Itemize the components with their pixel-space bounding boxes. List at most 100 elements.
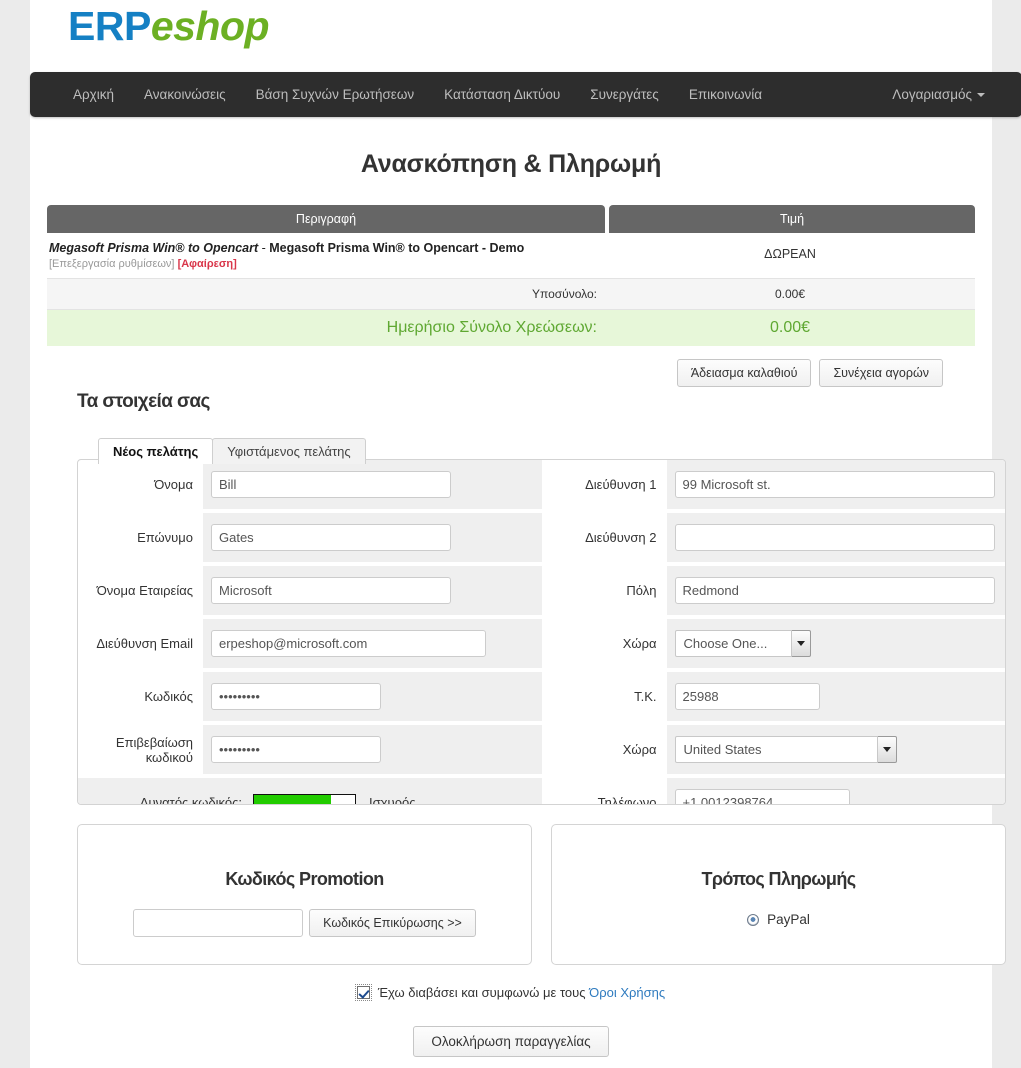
address1-input[interactable] [674, 471, 995, 498]
password-strength-meter [253, 793, 356, 804]
paypal-label: PayPal [767, 912, 810, 927]
nav-item-announcements[interactable]: Ανακοινώσεις [129, 72, 241, 117]
navbar-right-group: Λογαριασμός [877, 72, 1000, 117]
remove-item-link[interactable]: [Αφαίρεση] [178, 258, 237, 270]
city-input[interactable] [674, 577, 995, 604]
field-cell-address2 [666, 513, 1005, 562]
field-row-address1: Διεύθυνση 1 [542, 460, 1005, 509]
field-row-city: Πόλη [542, 566, 1005, 615]
cart-item-name-plain: Megasoft Prisma Win® to Opencart - Demo [269, 241, 525, 255]
region-select-chevron-down-icon[interactable] [791, 630, 811, 657]
payment-method-title: Τρόπος Πληρωμής [701, 869, 857, 889]
promo-code-input[interactable] [133, 909, 304, 937]
validate-promo-button[interactable]: Κωδικός Επικύρωσης >> [309, 909, 476, 937]
page: ERPeshop Αρχική Ανακοινώσεις Βάση Συχνών… [0, 0, 1021, 1068]
label-email: Διεύθυνση Email [96, 636, 193, 651]
edit-settings-link[interactable]: [Επεξεργασία ρυθμίσεων] [49, 258, 175, 270]
email-input[interactable] [211, 630, 486, 657]
region-select[interactable]: Choose One... [674, 630, 811, 657]
navbar-left-group: Αρχική Ανακοινώσεις Βάση Συχνών Ερωτήσεω… [58, 72, 777, 117]
complete-order-button[interactable]: Ολοκλήρωση παραγγελίας [413, 1026, 609, 1057]
phone-input[interactable] [674, 789, 850, 804]
password-strength-row: Δυνατός κωδικός: Ισχυρός [78, 778, 542, 805]
region-select-value: Choose One... [674, 630, 792, 657]
password-strength-fill [254, 794, 331, 804]
label-first-name: Όνομα [154, 477, 193, 492]
main-navbar: Αρχική Ανακοινώσεις Βάση Συχνών Ερωτήσεω… [30, 72, 1021, 117]
cart-item-separator: - [258, 241, 270, 255]
field-row-company: Όνομα Εταιρείας [78, 566, 542, 615]
first-name-input[interactable] [211, 471, 451, 498]
cart-subtotal-row: Υποσύνολο: 0.00€ [47, 278, 975, 310]
field-row-password: Κωδικός [78, 672, 542, 721]
site-logo[interactable]: ERPeshop [68, 2, 270, 50]
paypal-radio[interactable] [747, 913, 760, 926]
label-postcode: Τ.Κ. [634, 689, 657, 704]
terms-of-use-link[interactable]: Όροι Χρήσης [589, 985, 665, 1000]
field-cell-address1 [666, 460, 1005, 509]
field-cell-first-name [203, 460, 542, 509]
form-columns: Όνομα Επώνυμο Όνομα Εταιρεία [78, 460, 1005, 804]
page-title: Ανασκόπηση & Πληρωμή [360, 150, 662, 178]
form-column-right: Διεύθυνση 1 Διεύθυνση 2 Πόλη [541, 460, 1005, 804]
total-value: 0.00€ [769, 319, 811, 336]
cart-table-header: Περιγραφή Τιμή [47, 205, 975, 233]
continue-shopping-button[interactable]: Συνέχεια αγορών [819, 359, 943, 387]
nav-item-account[interactable]: Λογαριασμός [877, 72, 1000, 117]
label-last-name: Επώνυμο [137, 530, 193, 545]
cart-item-row: Megasoft Prisma Win® to Opencart - Megas… [47, 233, 975, 278]
country-select-chevron-down-icon[interactable] [877, 736, 897, 763]
postcode-input[interactable] [674, 683, 820, 710]
field-cell-last-name [203, 513, 542, 562]
nav-account-label: Λογαριασμός [892, 87, 972, 102]
company-name-input[interactable] [211, 577, 451, 604]
field-cell-region: Choose One... [666, 619, 1005, 668]
nav-item-faq[interactable]: Βάση Συχνών Ερωτήσεων [241, 72, 430, 117]
password-input[interactable] [211, 683, 381, 710]
total-label: Ημερήσιο Σύνολο Χρεώσεων: [386, 319, 597, 336]
field-cell-company [203, 566, 542, 615]
address2-input[interactable] [674, 524, 995, 551]
country-select-value: United States [674, 736, 878, 763]
subtotal-value: 0.00€ [774, 287, 806, 301]
form-column-left: Όνομα Επώνυμο Όνομα Εταιρεία [78, 460, 542, 804]
column-header-description: Περιγραφή [47, 205, 605, 233]
field-cell-password [203, 672, 542, 721]
password-confirm-input[interactable] [211, 736, 381, 763]
tab-new-customer[interactable]: Νέος πελάτης [98, 438, 214, 464]
logo-text-erp: ERP [68, 3, 151, 49]
cart-item-price: ΔΩΡΕΑΝ [764, 247, 816, 261]
field-row-postcode: Τ.Κ. [542, 672, 1005, 721]
nav-item-network-status[interactable]: Κατάσταση Δικτύου [429, 72, 575, 117]
empty-cart-button[interactable]: Άδειασμα καλαθιού [676, 359, 812, 387]
terms-text: Έχω διαβάσει και συμφωνώ με τους Όροι Χρ… [378, 985, 665, 1000]
label-country: Χώρα [622, 742, 657, 757]
field-row-address2: Διεύθυνση 2 [542, 513, 1005, 562]
logo-text-eshop: eshop [150, 3, 270, 49]
tab-existing-customer[interactable]: Υφιστάμενος πελάτης [212, 438, 366, 464]
label-region: Χώρα [622, 636, 657, 651]
cart-item-description: Megasoft Prisma Win® to Opencart - Megas… [47, 233, 605, 278]
country-select[interactable]: United States [674, 736, 897, 763]
terms-checkbox[interactable] [354, 984, 372, 1001]
payment-method-panel: Τρόπος Πληρωμής PayPal [551, 824, 1006, 965]
cart-actions: Άδειασμα καλαθιού Συνέχεια αγορών [47, 359, 975, 387]
password-strength-label: Δυνατός κωδικός: [139, 795, 242, 805]
field-row-last-name: Επώνυμο [78, 513, 542, 562]
last-name-input[interactable] [211, 524, 451, 551]
field-row-country: Χώρα United States [542, 725, 1005, 774]
nav-item-contact[interactable]: Επικοινωνία [674, 72, 777, 117]
customer-details-form: Όνομα Επώνυμο Όνομα Εταιρεία [77, 459, 1006, 805]
nav-item-partners[interactable]: Συνεργάτες [575, 72, 674, 117]
chevron-down-icon [977, 93, 985, 97]
terms-agreement-row: Έχω διαβάσει και συμφωνώ με τους Όροι Χρ… [30, 984, 992, 1001]
customer-type-tabs: Νέος πελάτης Υφιστάμενος πελάτης [98, 438, 366, 464]
label-city: Πόλη [626, 583, 657, 598]
nav-item-home[interactable]: Αρχική [58, 72, 129, 117]
field-cell-email [203, 619, 542, 668]
field-row-password-confirm: Επιβεβαίωση κωδικού [78, 725, 542, 774]
your-details-title: Τα στοιχεία σας [77, 391, 210, 412]
field-row-email: Διεύθυνση Email [78, 619, 542, 668]
terms-text-label: Έχω διαβάσει και συμφωνώ με τους [377, 985, 590, 1000]
promo-code-title: Κωδικός Promotion [225, 869, 384, 889]
